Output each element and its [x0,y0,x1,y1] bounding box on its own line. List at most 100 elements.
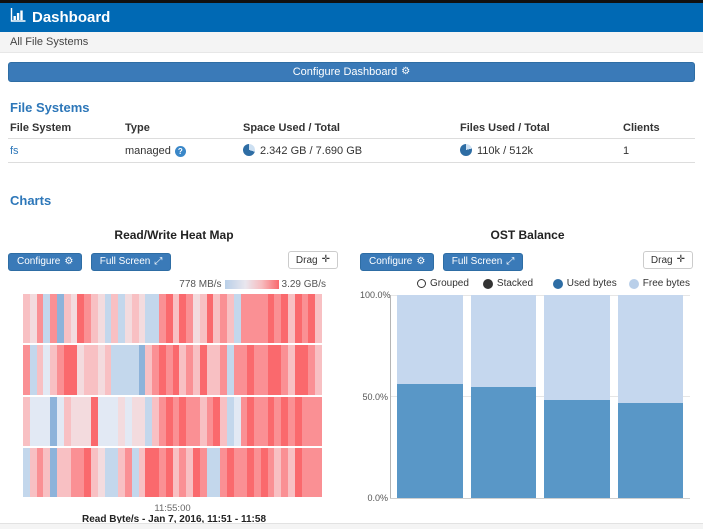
heatmap-cell[interactable] [145,294,152,343]
heatmap-cell[interactable] [166,294,173,343]
heatmap-cell[interactable] [268,294,275,343]
heatmap-cell[interactable] [152,345,159,394]
heatmap-cell[interactable] [43,345,50,394]
heatmap-cell[interactable] [274,397,281,446]
heatmap-cell[interactable] [261,448,268,497]
heatmap-cell[interactable] [77,397,84,446]
heatmap-cell[interactable] [173,294,180,343]
heatmap-cell[interactable] [166,448,173,497]
heatmap-cell[interactable] [139,345,146,394]
heatmap-cell[interactable] [84,397,91,446]
heatmap-cell[interactable] [118,345,125,394]
heatmap-cell[interactable] [315,294,322,343]
heatmap-cell[interactable] [288,294,295,343]
heatmap-cell[interactable] [91,448,98,497]
heatmap-cell[interactable] [30,448,37,497]
heatmap-cell[interactable] [98,448,105,497]
heatmap-cell[interactable] [288,448,295,497]
heatmap-cell[interactable] [111,448,118,497]
heatmap-cell[interactable] [105,397,112,446]
heatmap-configure-button[interactable]: Configure ⚙ [8,253,82,271]
heatmap-cell[interactable] [118,448,125,497]
heatmap-cell[interactable] [139,448,146,497]
heatmap-cell[interactable] [234,345,241,394]
heatmap-cell[interactable] [261,294,268,343]
heatmap-cell[interactable] [152,397,159,446]
heatmap-cell[interactable] [166,397,173,446]
heatmap-cell[interactable] [64,397,71,446]
heatmap-cell[interactable] [281,397,288,446]
heatmap-cell[interactable] [302,294,309,343]
heatmap-cell[interactable] [43,448,50,497]
heatmap-cell[interactable] [111,397,118,446]
heatmap-fullscreen-button[interactable]: Full Screen ⤢ [91,253,172,271]
heatmap-cell[interactable] [281,345,288,394]
heatmap-cell[interactable] [173,397,180,446]
heatmap-cell[interactable] [213,345,220,394]
heatmap-cell[interactable] [57,345,64,394]
heatmap-cell[interactable] [43,397,50,446]
heatmap-cell[interactable] [125,345,132,394]
heatmap-cell[interactable] [227,397,234,446]
heatmap-cell[interactable] [139,397,146,446]
heatmap-cell[interactable] [302,397,309,446]
heatmap-cell[interactable] [220,397,227,446]
heatmap-cell[interactable] [37,448,44,497]
heatmap-cell[interactable] [118,397,125,446]
help-icon[interactable]: ? [175,146,186,157]
heatmap-cell[interactable] [84,345,91,394]
heatmap-cell[interactable] [234,294,241,343]
heatmap-cell[interactable] [179,448,186,497]
heatmap-cell[interactable] [234,448,241,497]
heatmap-cell[interactable] [254,345,261,394]
heatmap-cell[interactable] [132,294,139,343]
heatmap-cell[interactable] [105,345,112,394]
heatmap-cell[interactable] [281,294,288,343]
heatmap-cell[interactable] [145,345,152,394]
heatmap-cell[interactable] [288,345,295,394]
heatmap-cell[interactable] [302,345,309,394]
heatmap-cell[interactable] [57,397,64,446]
heatmap-drag-handle[interactable]: Drag ✛ [288,251,338,269]
heatmap-cell[interactable] [193,294,200,343]
heatmap-cell[interactable] [159,448,166,497]
heatmap-cell[interactable] [125,448,132,497]
heatmap-cell[interactable] [71,294,78,343]
heatmap-cell[interactable] [254,448,261,497]
heatmap-cell[interactable] [139,294,146,343]
ost-fullscreen-button[interactable]: Full Screen ⤢ [443,253,524,271]
heatmap-cell[interactable] [274,448,281,497]
heatmap-cell[interactable] [213,294,220,343]
heatmap-cell[interactable] [247,397,254,446]
heatmap-cell[interactable] [145,397,152,446]
heatmap-cell[interactable] [274,294,281,343]
heatmap-cell[interactable] [152,448,159,497]
heatmap-cell[interactable] [23,397,30,446]
heatmap-cell[interactable] [23,294,30,343]
heatmap-cell[interactable] [132,345,139,394]
heatmap-cell[interactable] [207,294,214,343]
heatmap-cell[interactable] [308,397,315,446]
heatmap-cell[interactable] [295,448,302,497]
grouped-radio[interactable]: Grouped [417,278,469,289]
heatmap-cell[interactable] [125,397,132,446]
heatmap-cell[interactable] [179,294,186,343]
heatmap-cell[interactable] [193,448,200,497]
heatmap-cell[interactable] [247,345,254,394]
heatmap-cell[interactable] [227,448,234,497]
heatmap-cell[interactable] [207,397,214,446]
heatmap-cell[interactable] [159,294,166,343]
heatmap-cell[interactable] [315,345,322,394]
app-brand[interactable]: Dashboard [10,8,110,27]
heatmap-cell[interactable] [64,294,71,343]
heatmap-cell[interactable] [37,345,44,394]
heatmap-cell[interactable] [23,448,30,497]
heatmap-cell[interactable] [227,294,234,343]
heatmap-cell[interactable] [132,448,139,497]
heatmap-cell[interactable] [186,397,193,446]
stacked-radio[interactable]: Stacked [483,278,533,289]
heatmap-cell[interactable] [288,397,295,446]
heatmap-cell[interactable] [261,397,268,446]
heatmap-cell[interactable] [71,345,78,394]
heatmap-cell[interactable] [71,397,78,446]
